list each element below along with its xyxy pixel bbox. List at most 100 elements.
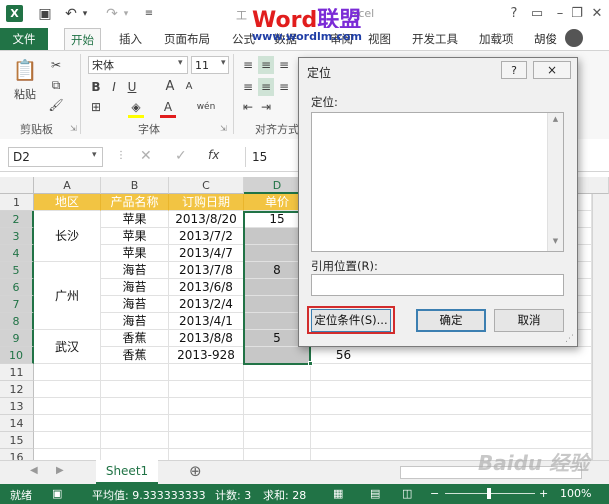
align-right-icon[interactable]: ≡ <box>276 78 292 96</box>
chevron-down-icon[interactable]: ▾ <box>178 58 183 68</box>
grid-cell[interactable] <box>34 432 101 449</box>
copy-icon[interactable]: ⧉ <box>48 76 64 94</box>
column-header-c[interactable]: C <box>169 177 244 194</box>
clipboard-launcher-icon[interactable]: ⇲ <box>70 124 77 133</box>
save-icon[interactable]: ▣ <box>36 5 54 23</box>
extra-cell[interactable]: 56 <box>311 347 376 364</box>
product-cell[interactable]: 海苔 <box>101 279 169 296</box>
insert-function-button[interactable]: fx <box>208 148 219 162</box>
tab-file[interactable]: 文件 <box>0 28 48 50</box>
grid-cell[interactable] <box>169 432 244 449</box>
grid-cell[interactable] <box>34 381 101 398</box>
scroll-down-icon[interactable]: ▼ <box>548 237 563 245</box>
align-bottom-icon[interactable]: ≡ <box>276 56 292 74</box>
date-cell[interactable]: 2013/4/1 <box>169 313 244 330</box>
row-header-13[interactable]: 13 <box>0 398 34 415</box>
italic-button[interactable]: I <box>106 78 122 96</box>
region-cell[interactable]: 武汉 <box>34 330 101 364</box>
tab-page-layout[interactable]: 页面布局 <box>158 28 216 50</box>
row-header-2[interactable]: 2 <box>0 211 34 228</box>
tab-home[interactable]: 开始 <box>64 28 101 51</box>
date-cell[interactable]: 2013/7/8 <box>169 262 244 279</box>
resize-grip-icon[interactable]: ⋰ <box>565 334 574 344</box>
grid-cell[interactable] <box>34 398 101 415</box>
confirm-entry-icon[interactable]: ✓ <box>175 148 187 164</box>
grid-cell[interactable] <box>244 432 311 449</box>
paste-icon[interactable]: 📋 <box>12 56 38 84</box>
format-painter-icon[interactable]: 🖌 <box>48 96 64 114</box>
date-cell[interactable]: 2013/7/2 <box>169 228 244 245</box>
grid-cell[interactable] <box>34 364 101 381</box>
product-cell[interactable]: 苹果 <box>101 245 169 262</box>
zoom-level[interactable]: 100% <box>560 487 591 500</box>
paste-label[interactable]: 粘贴 <box>14 86 36 102</box>
column-header-b[interactable]: B <box>101 177 169 194</box>
grid-cell[interactable] <box>169 415 244 432</box>
bold-button[interactable]: B <box>88 78 104 96</box>
zoom-slider-thumb[interactable] <box>487 488 491 499</box>
zoom-in-icon[interactable]: + <box>539 487 548 500</box>
cancel-button[interactable]: 取消 <box>494 309 564 332</box>
tab-developer[interactable]: 开发工具 <box>406 28 464 50</box>
tab-insert[interactable]: 插入 <box>113 28 148 50</box>
close-window-icon[interactable]: ✕ <box>586 4 608 24</box>
row-header-15[interactable]: 15 <box>0 432 34 449</box>
avatar[interactable] <box>565 29 583 47</box>
grid-cell[interactable] <box>311 398 592 415</box>
row-header-1[interactable]: 1 <box>0 194 34 211</box>
help-button[interactable]: ? <box>503 4 525 24</box>
tab-addins[interactable]: 加载项 <box>473 28 520 50</box>
header-cell[interactable]: 产品名称 <box>101 194 169 211</box>
header-cell[interactable]: 地区 <box>34 194 101 211</box>
restore-icon[interactable]: ❐ <box>566 4 588 24</box>
product-cell[interactable]: 苹果 <box>101 228 169 245</box>
align-left-icon[interactable]: ≡ <box>240 78 256 96</box>
date-cell[interactable]: 2013/8/20 <box>169 211 244 228</box>
row-header-6[interactable]: 6 <box>0 279 34 296</box>
grid-cell[interactable] <box>311 415 592 432</box>
page-layout-view-icon[interactable]: ▤ <box>370 487 380 500</box>
fill-color-icon[interactable]: ◈ <box>128 98 144 116</box>
reference-input[interactable] <box>311 274 564 296</box>
add-sheet-button[interactable]: ⊕ <box>189 462 202 480</box>
page-break-view-icon[interactable]: ◫ <box>402 487 412 500</box>
grid-cell[interactable] <box>244 381 311 398</box>
grid-cell[interactable] <box>169 364 244 381</box>
row-header-4[interactable]: 4 <box>0 245 34 262</box>
border-icon[interactable]: ⊞ <box>88 98 104 116</box>
select-all-corner[interactable] <box>0 177 34 194</box>
redo-dropdown-icon[interactable]: ▾ <box>117 5 135 23</box>
date-cell[interactable]: 2013-928 <box>169 347 244 364</box>
product-cell[interactable]: 苹果 <box>101 211 169 228</box>
vertical-scrollbar[interactable] <box>592 194 609 460</box>
product-cell[interactable]: 海苔 <box>101 313 169 330</box>
row-header-9[interactable]: 9 <box>0 330 34 347</box>
grid-cell[interactable] <box>101 415 169 432</box>
dialog-help-button[interactable]: ? <box>501 61 527 79</box>
row-header-12[interactable]: 12 <box>0 381 34 398</box>
region-cell[interactable]: 广州 <box>34 262 101 330</box>
grid-cell[interactable] <box>34 415 101 432</box>
row-header-3[interactable]: 3 <box>0 228 34 245</box>
name-box[interactable]: D2 <box>8 147 103 167</box>
align-middle-icon[interactable]: ≡ <box>258 56 274 74</box>
product-cell[interactable]: 香蕉 <box>101 347 169 364</box>
product-cell[interactable]: 香蕉 <box>101 330 169 347</box>
decrease-font-button[interactable]: A <box>182 78 196 96</box>
row-header-11[interactable]: 11 <box>0 364 34 381</box>
font-launcher-icon[interactable]: ⇲ <box>220 124 227 133</box>
goto-special-button[interactable]: 定位条件(S)... <box>311 309 391 332</box>
customize-qat-icon[interactable]: ≡ <box>140 5 158 23</box>
grid-cell[interactable] <box>101 398 169 415</box>
region-cell[interactable]: 长沙 <box>34 211 101 262</box>
grid-cell[interactable] <box>101 432 169 449</box>
scroll-right-icon[interactable]: ▶ <box>56 465 64 476</box>
header-cell[interactable]: 订购日期 <box>169 194 244 211</box>
phonetic-button[interactable]: wén <box>196 98 216 116</box>
scroll-left-icon[interactable]: ◀ <box>30 465 38 476</box>
grid-cell[interactable] <box>101 381 169 398</box>
align-top-icon[interactable]: ≡ <box>240 56 256 74</box>
chevron-down-icon[interactable]: ▾ <box>92 150 97 160</box>
decrease-indent-icon[interactable]: ⇤ <box>240 98 256 116</box>
increase-font-button[interactable]: A <box>163 78 177 96</box>
